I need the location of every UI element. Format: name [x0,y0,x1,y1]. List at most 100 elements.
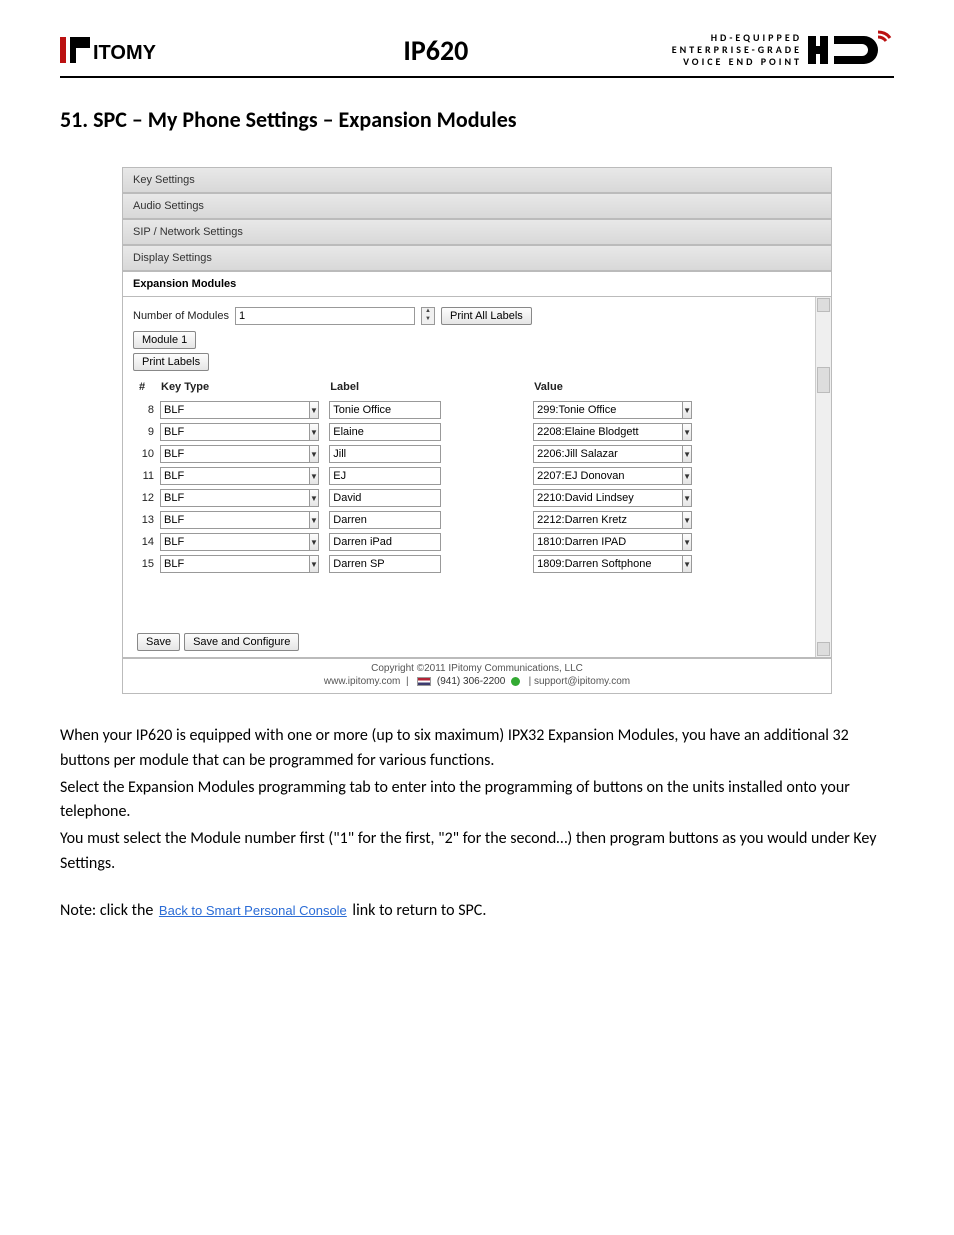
chevron-down-icon[interactable]: ▼ [682,489,692,507]
chevron-down-icon[interactable]: ▼ [682,401,692,419]
value-select[interactable] [533,555,682,573]
chevron-down-icon[interactable]: ▼ [682,423,692,441]
tab-expansion-modules[interactable]: Expansion Modules [123,271,831,297]
paragraph-2: Select the Expansion Modules programming… [60,776,894,826]
key-type-select[interactable] [160,489,310,507]
chevron-down-icon[interactable]: ▼ [682,511,692,529]
chevron-down-icon[interactable]: ▼ [682,555,692,573]
label-input[interactable] [329,401,441,419]
value-select[interactable] [533,445,682,463]
save-button[interactable]: Save [137,633,180,651]
chevron-down-icon[interactable]: ▼ [310,489,319,507]
row-number: 13 [135,509,157,531]
label-input[interactable] [329,445,441,463]
svg-text:ITOMY: ITOMY [93,42,157,64]
tab-sip-network[interactable]: SIP / Network Settings [123,219,831,245]
section-title: 51. SPC – My Phone Settings – Expansion … [60,106,894,133]
key-type-select[interactable] [160,511,310,529]
table-row: 12 ▼ ▼ [135,487,803,509]
hd-logo-icon [808,30,894,70]
ipitomy-logo: ITOMY [60,31,200,69]
table-row: 14 ▼ ▼ [135,531,803,553]
row-number: 9 [135,421,157,443]
flag-icon [417,677,431,686]
label-input[interactable] [329,511,441,529]
value-select[interactable] [533,423,682,441]
value-select[interactable] [533,401,682,419]
value-select[interactable] [533,489,682,507]
paragraph-3: You must select the Module number first … [60,827,894,877]
table-row: 8 ▼ ▼ [135,399,803,421]
chevron-down-icon[interactable]: ▼ [310,555,319,573]
keys-table: # Key Type Label Value 8▼▼9▼▼10▼▼11▼▼12▼… [135,379,803,575]
chevron-down-icon[interactable]: ▼ [682,467,692,485]
row-number: 14 [135,531,157,553]
row-number: 10 [135,443,157,465]
tab-body: Number of Modules ▲ ▼ Print All Labels M… [122,297,832,658]
label-input[interactable] [329,489,441,507]
label-input[interactable] [329,423,441,441]
chevron-down-icon[interactable]: ▼ [310,533,319,551]
note-suffix: link to return to SPC. [352,901,486,920]
print-labels-button[interactable]: Print Labels [133,353,209,371]
key-type-select[interactable] [160,555,310,573]
col-num: # [135,379,157,399]
print-all-labels-button[interactable]: Print All Labels [441,307,532,325]
label-input[interactable] [329,533,441,551]
tab-display-settings[interactable]: Display Settings [123,245,831,271]
chevron-down-icon[interactable]: ▼ [682,533,692,551]
key-type-select[interactable] [160,467,310,485]
scrollbar[interactable] [815,297,831,657]
value-select[interactable] [533,511,682,529]
panel-footer: Copyright ©2011 IPitomy Communications, … [122,658,832,694]
scroll-thumb[interactable] [817,367,830,393]
col-label: Label [326,379,530,399]
page-header: ITOMY IP620 HD-EQUIPPED ENTERPRISE-GRADE… [60,30,894,78]
paragraph-1: When your IP620 is equipped with one or … [60,724,894,774]
settings-panel: Key Settings Audio Settings SIP / Networ… [122,167,832,694]
key-type-select[interactable] [160,533,310,551]
value-select[interactable] [533,533,682,551]
spinner-up-icon[interactable]: ▲ [422,308,434,316]
row-number: 8 [135,399,157,421]
label-input[interactable] [329,467,441,485]
row-number: 15 [135,553,157,575]
key-type-select[interactable] [160,423,310,441]
note-prefix: Note: click the [60,901,157,920]
col-type: Key Type [157,379,326,399]
row-number: 12 [135,487,157,509]
row-number: 11 [135,465,157,487]
chevron-down-icon[interactable]: ▼ [310,467,319,485]
back-to-spc-link[interactable]: Back to Smart Personal Console [157,903,349,918]
body-text: When your IP620 is equipped with one or … [60,724,894,924]
save-configure-button[interactable]: Save and Configure [184,633,299,651]
footer-phone: (941) 306-2200 [437,676,505,687]
module-1-button[interactable]: Module 1 [133,331,196,349]
scroll-up-icon[interactable] [817,298,830,312]
tab-audio-settings[interactable]: Audio Settings [123,193,831,219]
table-row: 15 ▼ ▼ [135,553,803,575]
footer-email: support@ipitomy.com [534,676,630,687]
spinner-down-icon[interactable]: ▼ [422,316,434,324]
scroll-down-icon[interactable] [817,642,830,656]
tab-key-settings[interactable]: Key Settings [123,167,831,193]
chevron-down-icon[interactable]: ▼ [310,511,319,529]
chevron-down-icon[interactable]: ▼ [310,423,319,441]
table-row: 9 ▼ ▼ [135,421,803,443]
chevron-down-icon[interactable]: ▼ [310,401,319,419]
key-type-select[interactable] [160,445,310,463]
paragraph-note: Note: click the Back to Smart Personal C… [60,899,894,924]
num-modules-spinner[interactable]: ▲ ▼ [421,307,435,325]
footer-site: www.ipitomy.com [324,676,401,687]
table-row: 11 ▼ ▼ [135,465,803,487]
key-type-select[interactable] [160,401,310,419]
num-modules-input[interactable] [235,307,415,325]
chevron-down-icon[interactable]: ▼ [310,445,319,463]
chevron-down-icon[interactable]: ▼ [682,445,692,463]
hd-tagline-block: HD-EQUIPPED ENTERPRISE-GRADE VOICE END P… [672,30,894,70]
model-label: IP620 [403,33,468,68]
value-select[interactable] [533,467,682,485]
label-input[interactable] [329,555,441,573]
footer-copyright: Copyright ©2011 IPitomy Communications, … [123,663,831,674]
hd-tagline-text: HD-EQUIPPED ENTERPRISE-GRADE VOICE END P… [672,32,802,68]
